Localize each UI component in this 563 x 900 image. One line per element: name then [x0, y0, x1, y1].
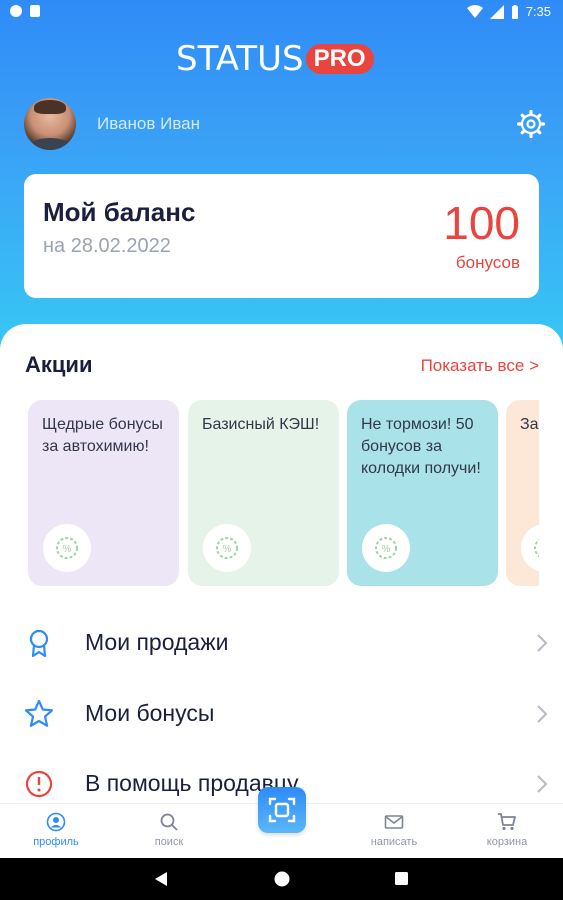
tab-label: поиск: [154, 836, 184, 848]
sd-card-icon: [30, 5, 40, 17]
logo-text: STATUS: [176, 39, 304, 79]
scan-icon: [268, 797, 296, 823]
gear-icon[interactable]: [516, 109, 546, 139]
promo-badge-icon: %: [203, 524, 251, 572]
svg-text:%: %: [223, 544, 232, 555]
notification-icon: [10, 5, 22, 17]
battery-icon: [511, 4, 518, 19]
profile-icon: [46, 812, 66, 832]
balance-unit: бонусов: [455, 253, 520, 272]
logo-badge: PRO: [305, 44, 374, 74]
status-notification-icons: [10, 5, 40, 17]
svg-text:%: %: [63, 544, 72, 555]
promotions-carousel[interactable]: Щедрые бонусы за автохимию! % Базисный К…: [28, 400, 539, 586]
tab-cart[interactable]: корзина: [457, 804, 557, 859]
promo-text: Щедрые бонусы за автохимию!: [42, 416, 163, 455]
tab-profile[interactable]: профиль: [6, 804, 106, 859]
home-icon[interactable]: [273, 870, 291, 888]
app-logo: STATUS PRO: [176, 39, 374, 79]
alert-icon: [25, 770, 53, 798]
promo-card[interactable]: За ВА %: [506, 400, 539, 586]
promo-card[interactable]: Базисный КЭШ! %: [188, 400, 339, 586]
promo-text: Не тормози! 50 бонусов за колодки получи…: [361, 416, 481, 477]
search-icon: [160, 813, 178, 831]
promotions-title: Акции: [25, 352, 93, 377]
avatar[interactable]: [24, 98, 76, 150]
chevron-right-icon: [537, 705, 548, 723]
promo-text: Базисный КЭШ!: [202, 416, 320, 433]
status-bar: 7:35: [0, 0, 563, 24]
cart-icon: [498, 813, 516, 831]
chevron-right-icon: [537, 634, 548, 652]
status-time: 7:35: [525, 4, 551, 19]
promo-text: За ВА: [520, 416, 539, 433]
mail-icon: [384, 815, 404, 829]
menu-label: Мои бонусы: [85, 700, 215, 726]
scan-button[interactable]: [258, 787, 306, 833]
menu-item-bonuses[interactable]: Мои бонусы: [0, 684, 563, 744]
promo-badge-icon: %: [43, 524, 91, 572]
balance-title: Мой баланс: [43, 197, 196, 227]
tab-label: корзина: [486, 836, 528, 848]
user-name[interactable]: Иванов Иван: [97, 114, 200, 134]
menu-label: Мои продажи: [85, 629, 229, 655]
tab-search[interactable]: поиск: [119, 804, 219, 859]
promo-card[interactable]: Щедрые бонусы за автохимию! %: [28, 400, 179, 586]
menu-item-sales[interactable]: Мои продажи: [0, 613, 563, 673]
back-icon[interactable]: [154, 871, 168, 887]
promo-badge-icon: %: [362, 524, 410, 572]
promo-badge-icon: %: [521, 524, 539, 572]
recents-icon[interactable]: [394, 871, 409, 886]
wifi-icon: [466, 4, 483, 18]
balance-card[interactable]: Мой баланс на 28.02.2022 100 бонусов: [24, 174, 539, 298]
award-icon: [29, 629, 49, 658]
signal-icon: [489, 4, 504, 19]
tab-write[interactable]: написать: [344, 804, 444, 859]
balance-amount: 100: [443, 197, 520, 249]
system-navigation-bar: [0, 858, 563, 900]
show-all-link[interactable]: Показать все >: [421, 356, 539, 376]
promo-card[interactable]: Не тормози! 50 бонусов за колодки получи…: [347, 400, 498, 586]
balance-date: на 28.02.2022: [43, 235, 171, 257]
tab-label: написать: [370, 836, 418, 848]
chevron-right-icon: [537, 775, 548, 793]
star-icon: [24, 699, 54, 727]
svg-text:%: %: [382, 544, 391, 555]
tab-label: профиль: [33, 836, 79, 848]
